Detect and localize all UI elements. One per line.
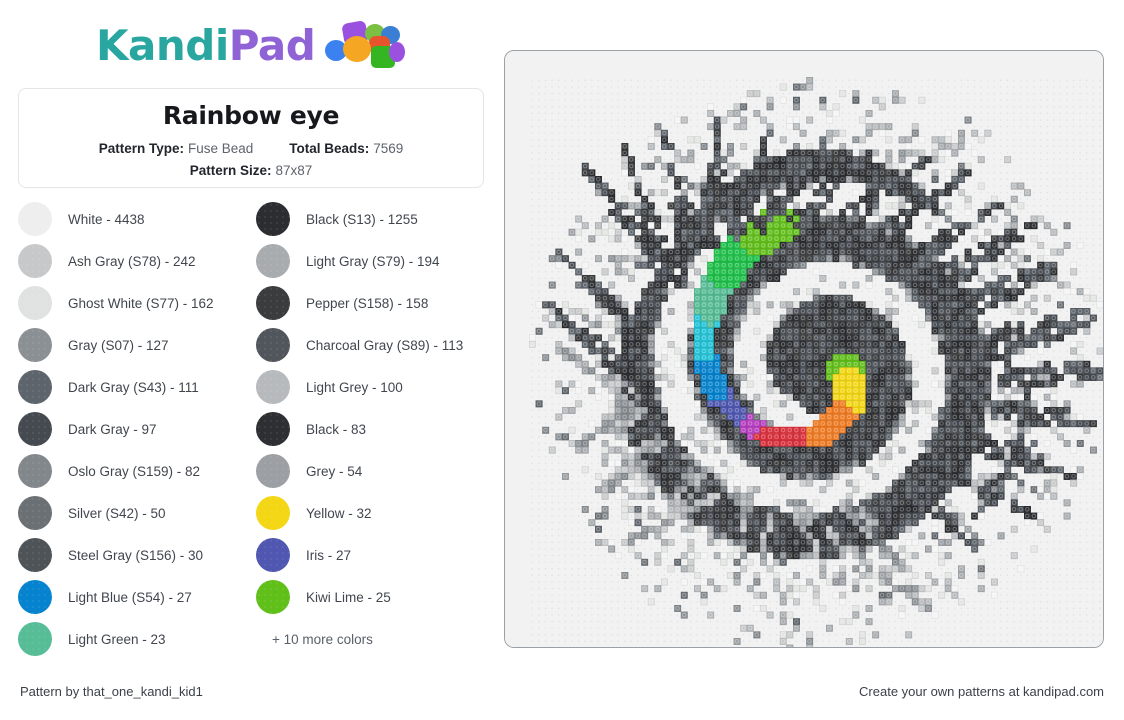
legend-item[interactable]: Ghost White (S77) - 162 — [18, 282, 250, 324]
legend-item-label: Grey - 54 — [306, 463, 363, 479]
legend-item-label: Steel Gray (S156) - 30 — [68, 547, 204, 563]
legend-item-label: Ghost White (S77) - 162 — [68, 295, 214, 311]
color-swatch — [256, 328, 290, 362]
legend-item-label: Silver (S42) - 50 — [68, 505, 166, 521]
total-beads-field: Total Beads: 7569 — [289, 141, 403, 156]
color-swatch — [18, 538, 52, 572]
color-swatch — [18, 202, 52, 236]
legend-item[interactable]: Charcoal Gray (S89) - 113 — [256, 324, 488, 366]
color-swatch — [18, 622, 52, 656]
legend-item[interactable]: Dark Gray (S43) - 111 — [18, 366, 250, 408]
legend-item[interactable]: Light Grey - 100 — [256, 366, 488, 408]
color-swatch — [18, 244, 52, 278]
legend-item[interactable]: Grey - 54 — [256, 450, 488, 492]
more-colors-link[interactable]: + 10 more colors — [256, 618, 488, 660]
color-swatch — [256, 286, 290, 320]
color-swatch — [18, 328, 52, 362]
color-swatch — [18, 412, 52, 446]
pattern-info-card: Rainbow eye Pattern Type: Fuse Bead Total… — [18, 88, 484, 188]
color-swatch — [18, 454, 52, 488]
brand-wordmark: KandiPad — [96, 25, 316, 67]
legend-item[interactable]: Light Green - 23 — [18, 618, 250, 660]
color-swatch — [256, 370, 290, 404]
pattern-preview-panel[interactable] — [504, 50, 1104, 648]
pattern-size-value: 87x87 — [275, 163, 313, 178]
more-colors-label: + 10 more colors — [272, 631, 373, 647]
footer-promo: Create your own patterns at kandipad.com — [859, 684, 1104, 699]
color-swatch — [256, 412, 290, 446]
legend-item-label: Charcoal Gray (S89) - 113 — [306, 337, 464, 353]
legend-item-label: Dark Gray (S43) - 111 — [68, 379, 199, 395]
page-root: KandiPad Rainbow eye Pattern Type: Fuse B… — [0, 0, 1124, 720]
legend-item-label: Black - 83 — [306, 421, 367, 437]
legend-item[interactable]: White - 4438 — [18, 198, 250, 240]
bead-cluster-icon — [325, 20, 407, 70]
legend-item-label: Light Blue (S54) - 27 — [68, 589, 192, 605]
color-swatch — [18, 496, 52, 530]
legend-item-label: Ash Gray (S78) - 242 — [68, 253, 196, 269]
color-swatch — [18, 370, 52, 404]
pattern-type-label: Pattern Type: — [98, 141, 184, 156]
legend-item-label: Light Gray (S79) - 194 — [306, 253, 440, 269]
legend-item[interactable]: Dark Gray - 97 — [18, 408, 250, 450]
legend-item[interactable]: Black - 83 — [256, 408, 488, 450]
pattern-type-field: Pattern Type: Fuse Bead — [99, 141, 254, 156]
legend-item[interactable]: Black (S13) - 1255 — [256, 198, 488, 240]
legend-item-label: Black (S13) - 1255 — [306, 211, 418, 227]
legend-item[interactable]: Iris - 27 — [256, 534, 488, 576]
pattern-size-label: Pattern Size: — [189, 163, 272, 178]
legend-item-label: Yellow - 32 — [306, 505, 372, 521]
legend-item-label: White - 4438 — [68, 211, 145, 227]
legend-item[interactable]: Silver (S42) - 50 — [18, 492, 250, 534]
pattern-meta-row-1: Pattern Type: Fuse Bead Total Beads: 7569 — [19, 141, 483, 156]
legend-item[interactable]: Kiwi Lime - 25 — [256, 576, 488, 618]
footer-attribution: Pattern by that_one_kandi_kid1 — [20, 684, 203, 699]
color-swatch — [256, 244, 290, 278]
legend-item-label: Oslo Gray (S159) - 82 — [68, 463, 201, 479]
legend-item-label: Light Grey - 100 — [306, 379, 403, 395]
legend-item-label: Pepper (S158) - 158 — [306, 295, 429, 311]
legend-item[interactable]: Yellow - 32 — [256, 492, 488, 534]
legend-item[interactable]: Light Blue (S54) - 27 — [18, 576, 250, 618]
brand-logo[interactable]: KandiPad — [96, 20, 407, 70]
color-swatch — [256, 538, 290, 572]
brand-name-kandi: Kandi — [96, 21, 229, 70]
legend-item[interactable]: Pepper (S158) - 158 — [256, 282, 488, 324]
left-column: KandiPad Rainbow eye Pattern Type: Fuse B… — [0, 0, 500, 670]
legend-item[interactable]: Ash Gray (S78) - 242 — [18, 240, 250, 282]
bead-pattern-canvas[interactable] — [505, 51, 1103, 647]
legend-item[interactable]: Light Gray (S79) - 194 — [256, 240, 488, 282]
color-swatch — [18, 580, 52, 614]
total-beads-label: Total Beads: — [289, 141, 370, 156]
color-swatch — [256, 202, 290, 236]
legend-item-label: Iris - 27 — [306, 547, 352, 563]
legend-item-label: Kiwi Lime - 25 — [306, 589, 391, 605]
brand-name-pad: Pad — [228, 21, 316, 70]
color-legend: White - 4438 Black (S13) - 1255 Ash Gray (… — [18, 198, 488, 660]
legend-item-label: Dark Gray - 97 — [68, 421, 157, 437]
pattern-meta-row-2: Pattern Size: 87x87 — [19, 163, 483, 178]
color-swatch — [256, 454, 290, 488]
pattern-size-field: Pattern Size: 87x87 — [190, 163, 313, 178]
color-swatch — [18, 286, 52, 320]
color-swatch — [256, 580, 290, 614]
color-swatch — [256, 496, 290, 530]
page-title: Rainbow eye — [162, 101, 340, 130]
pattern-type-value: Fuse Bead — [187, 141, 254, 156]
legend-item-label: Gray (S07) - 127 — [68, 337, 169, 353]
legend-item[interactable]: Gray (S07) - 127 — [18, 324, 250, 366]
legend-item[interactable]: Oslo Gray (S159) - 82 — [18, 450, 250, 492]
legend-item-label: Light Green - 23 — [68, 631, 166, 647]
legend-item[interactable]: Steel Gray (S156) - 30 — [18, 534, 250, 576]
total-beads-value: 7569 — [373, 141, 404, 156]
